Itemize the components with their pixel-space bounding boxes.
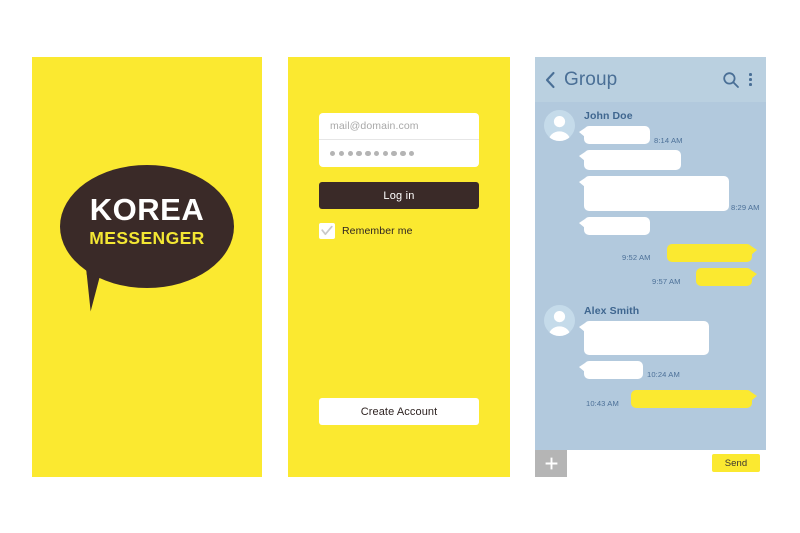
- chevron-left-icon: [545, 71, 555, 88]
- message-timestamp: 9:57 AM: [652, 277, 681, 286]
- send-button[interactable]: Send: [712, 454, 760, 472]
- message-bubble[interactable]: [667, 244, 757, 262]
- message-bubble[interactable]: [579, 176, 729, 211]
- overflow-menu-icon: [749, 73, 752, 76]
- search-icon: [723, 71, 739, 88]
- sender-name: Alex Smith: [584, 305, 640, 317]
- avatar[interactable]: [544, 110, 575, 141]
- login-button-label: Log in: [383, 189, 415, 202]
- create-account-button[interactable]: Create Account: [319, 398, 479, 425]
- messenger-ui-mockup: KOREA MESSENGER mail@domain.com Log in R…: [0, 0, 800, 533]
- check-icon: [321, 225, 333, 236]
- avatar[interactable]: [544, 305, 575, 336]
- chat-header: Group: [535, 57, 766, 102]
- password-field[interactable]: [319, 140, 479, 167]
- back-button[interactable]: [544, 70, 558, 90]
- message-timestamp: 9:52 AM: [622, 253, 651, 262]
- message-bubble[interactable]: [631, 390, 757, 408]
- email-field[interactable]: mail@domain.com: [319, 113, 479, 140]
- credentials-card: mail@domain.com: [319, 113, 479, 167]
- plus-icon: [545, 457, 557, 470]
- message-composer: Send: [535, 450, 766, 477]
- logo-text-group: KOREA MESSENGER: [60, 193, 234, 249]
- message-timestamp: 8:29 AM: [731, 203, 760, 212]
- create-account-label: Create Account: [360, 405, 438, 418]
- send-button-label: Send: [724, 457, 748, 469]
- overflow-menu-button[interactable]: [746, 70, 755, 90]
- remember-me-checkbox[interactable]: [319, 223, 335, 239]
- message-bubble[interactable]: [579, 321, 709, 355]
- message-bubble[interactable]: [579, 217, 650, 235]
- message-bubble[interactable]: [579, 126, 650, 144]
- logo-primary-text: KOREA: [89, 192, 205, 227]
- message-timestamp: 10:24 AM: [647, 370, 680, 379]
- splash-screen: KOREA MESSENGER: [32, 57, 262, 477]
- logo-secondary-text: MESSENGER: [89, 228, 205, 248]
- search-button[interactable]: [722, 70, 740, 90]
- message-list[interactable]: John Doe 8:14 AM 8:29 AM 9:52 AM 9:57 AM…: [535, 102, 766, 450]
- chat-title: Group: [564, 68, 618, 90]
- message-bubble[interactable]: [579, 150, 681, 170]
- person-avatar-icon: [548, 116, 571, 141]
- sender-name: John Doe: [584, 110, 633, 122]
- message-input[interactable]: Send: [567, 450, 766, 477]
- app-logo: KOREA MESSENGER: [60, 165, 234, 312]
- message-timestamp: 8:14 AM: [654, 136, 683, 145]
- person-avatar-icon: [548, 311, 571, 336]
- message-timestamp: 10:43 AM: [586, 399, 619, 408]
- remember-me-row[interactable]: Remember me: [319, 223, 413, 239]
- message-bubble[interactable]: [579, 361, 643, 379]
- attach-button[interactable]: [535, 450, 567, 477]
- remember-me-label: Remember me: [342, 225, 413, 237]
- email-placeholder: mail@domain.com: [330, 120, 419, 132]
- login-screen: mail@domain.com Log in Remember me Creat…: [288, 57, 510, 477]
- login-button[interactable]: Log in: [319, 182, 479, 209]
- chat-screen: Group John Doe 8:14 AM 8:29 AM 9:52 AM 9…: [535, 57, 766, 477]
- message-bubble[interactable]: [696, 268, 757, 286]
- password-dots: [330, 150, 415, 157]
